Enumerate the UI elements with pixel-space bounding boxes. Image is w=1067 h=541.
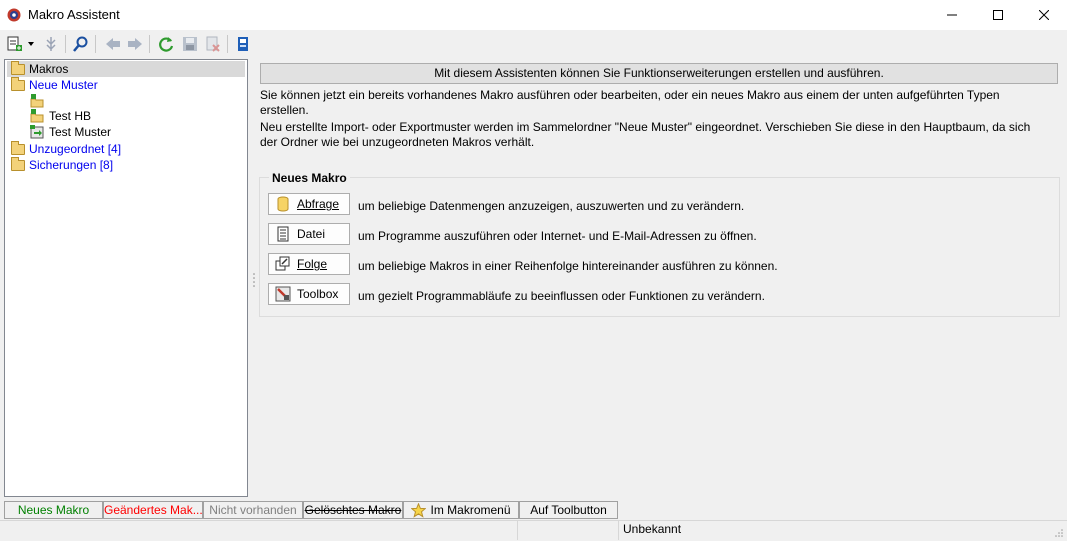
abfrage-label: Abfrage [297, 197, 340, 211]
database-icon [275, 196, 291, 212]
folge-description: um beliebige Makros in einer Reihenfolge… [358, 259, 778, 273]
folder-icon [11, 60, 25, 75]
delete-button[interactable] [204, 35, 222, 53]
new-macro-button[interactable] [6, 35, 24, 53]
toolbox-description: um gezielt Programmabläufe zu beeinfluss… [358, 289, 765, 303]
toolbar-separator [227, 35, 228, 53]
abfrage-button[interactable]: Abfrage [268, 193, 350, 215]
delete-icon [206, 36, 220, 52]
sequence-icon [275, 256, 291, 272]
pin-icon [46, 37, 56, 51]
resize-grip[interactable] [1052, 526, 1064, 538]
maximize-icon [993, 10, 1003, 20]
splitter-handle[interactable] [252, 270, 256, 290]
tree-item-unnamed[interactable] [29, 93, 49, 109]
tree-item-neue-muster[interactable]: Neue Muster [11, 76, 98, 93]
toolbar-separator [95, 35, 96, 53]
datei-button[interactable]: Datei [268, 223, 350, 245]
save-icon [183, 37, 197, 51]
refresh-button[interactable] [157, 35, 175, 53]
toolbox-icon [275, 286, 291, 302]
folder-icon [11, 76, 25, 91]
folder-new-icon [30, 109, 44, 123]
minimize-button[interactable] [929, 0, 975, 30]
toolbar-separator [65, 35, 66, 53]
legend-in-menu-label: Im Makromenü [430, 503, 511, 517]
legend-on-toolbutton: Auf Toolbutton [519, 501, 618, 519]
arrow-right-icon [128, 38, 142, 50]
pin-button[interactable] [42, 35, 60, 53]
close-button[interactable] [1021, 0, 1067, 30]
tree-item-test-hb[interactable]: Test HB [29, 108, 91, 124]
tree-item-sicherungen[interactable]: Sicherungen [8] [11, 156, 114, 173]
tree-item-unzugeordnet[interactable]: Unzugeordnet [4] [11, 140, 122, 157]
legend-not-present: Nicht vorhanden [203, 501, 303, 519]
grip-icon [253, 273, 255, 287]
grip-icon [1055, 529, 1063, 537]
datei-description: um Programme auszuführen oder Internet- … [358, 229, 757, 243]
close-icon [1039, 10, 1049, 20]
maximize-button[interactable] [975, 0, 1021, 30]
document-icon [275, 226, 291, 242]
tree-item-test-muster[interactable]: Test Muster [29, 124, 111, 140]
group-title: Neues Makro [269, 171, 350, 185]
info-banner: Mit diesem Assistenten können Sie Funkti… [260, 63, 1058, 84]
toolbox-button[interactable]: Toolbox [268, 283, 350, 305]
abfrage-description: um beliebige Datenmengen anzuzeigen, aus… [358, 199, 745, 213]
tree-item-root[interactable]: Makros [7, 60, 245, 77]
gear-icon [6, 7, 22, 23]
folder-icon [11, 156, 25, 171]
arrow-left-icon [106, 38, 120, 50]
macro-tree[interactable]: Makros Neue Muster Test HB Test Muster U… [4, 59, 248, 497]
datei-label: Datei [297, 227, 326, 241]
folge-label: Folge [297, 257, 328, 271]
minimize-icon [947, 14, 957, 16]
status-cell-1 [517, 521, 618, 540]
panel-icon [238, 37, 248, 51]
folder-new-icon [30, 94, 44, 108]
properties-button[interactable] [234, 35, 252, 53]
folge-button[interactable]: Folge [268, 253, 350, 275]
toolbox-label: Toolbox [297, 287, 339, 301]
tree-item-label: Neue Muster [29, 78, 98, 92]
note-text: Neu erstellte Import- oder Exportmuster … [260, 120, 1031, 149]
sequence-icon [30, 125, 44, 139]
forward-button[interactable] [126, 35, 144, 53]
chevron-down-icon [28, 42, 34, 46]
refresh-icon [159, 37, 174, 52]
save-button[interactable] [181, 35, 199, 53]
tree-item-label: Test HB [49, 109, 92, 123]
new-document-icon [7, 36, 22, 51]
tree-item-label: Test Muster [49, 125, 112, 139]
intro-text: Sie können jetzt ein bereits vorhandenes… [260, 88, 1000, 117]
window-title: Makro Assistent [28, 7, 120, 22]
star-icon [411, 502, 427, 518]
toolbar-separator [149, 35, 150, 53]
search-icon [73, 36, 88, 52]
legend-deleted-macro: Gelöschtes Makro [303, 501, 403, 519]
status-cell-2: Unbekannt [618, 521, 1053, 540]
legend-changed-macro: Geändertes Mak... [103, 501, 203, 519]
tree-item-label: Unzugeordnet [4] [29, 142, 122, 156]
new-macro-dropdown-arrow[interactable] [25, 35, 37, 53]
folder-icon [11, 140, 25, 155]
title-bar [0, 0, 1067, 30]
search-button[interactable] [72, 35, 90, 53]
back-button[interactable] [104, 35, 122, 53]
tree-item-label: Makros [29, 62, 69, 76]
legend-in-menu: Im Makromenü [403, 501, 519, 519]
tree-item-label: Sicherungen [8] [29, 158, 114, 172]
legend-new-macro: Neues Makro [4, 501, 103, 519]
